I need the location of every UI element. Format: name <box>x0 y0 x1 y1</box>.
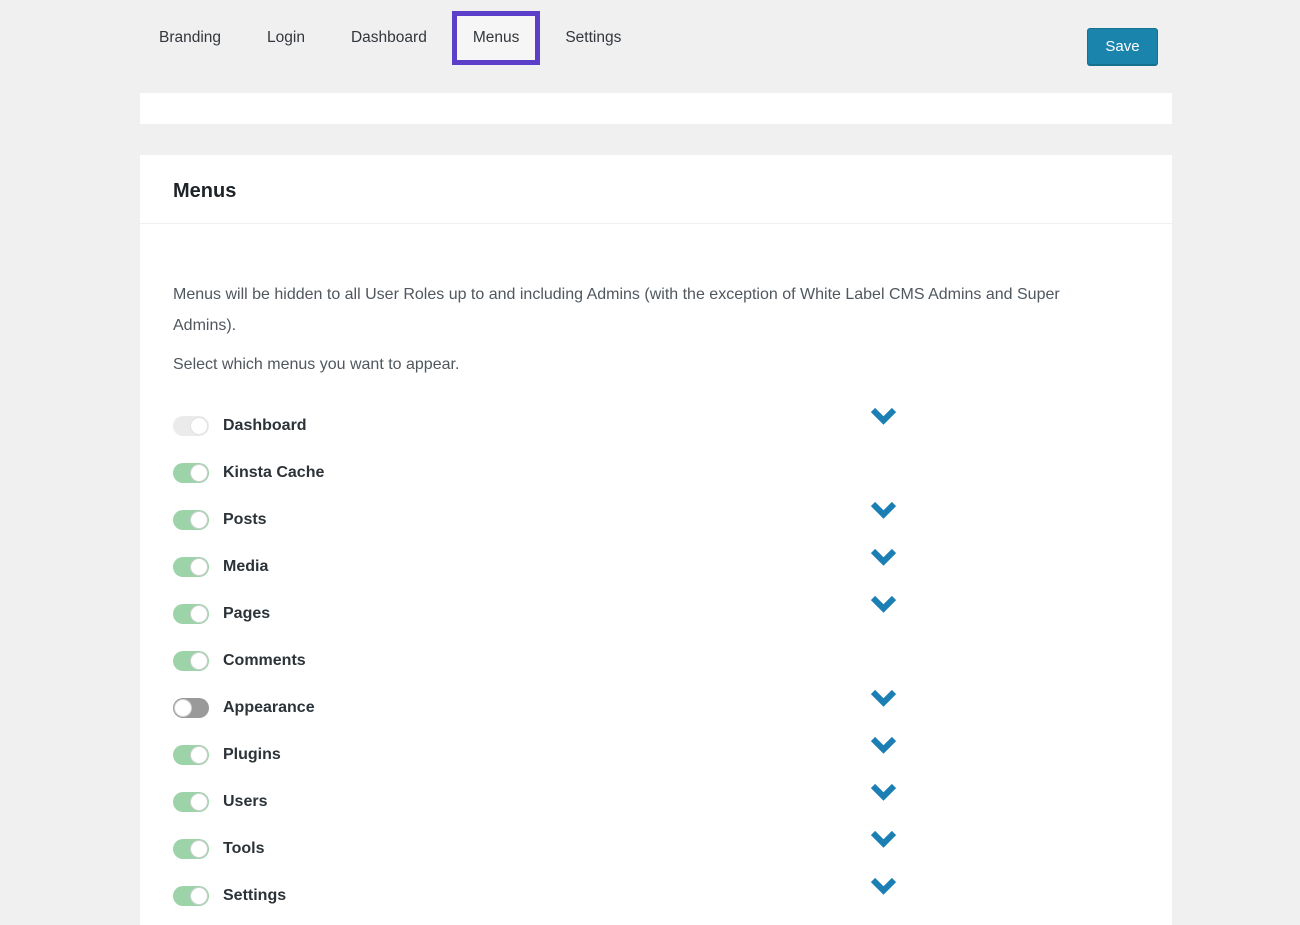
chevron-down-icon[interactable] <box>870 783 897 801</box>
menu-toggle[interactable] <box>173 510 209 530</box>
menu-list: Dashboard Kinsta Cache Posts <box>173 402 1139 919</box>
tab-menus[interactable]: Menus <box>452 11 541 65</box>
top-navigation: Branding Login Dashboard Menus Settings <box>140 0 1172 76</box>
menu-row-posts: Posts <box>173 496 933 543</box>
toggle-knob <box>190 558 208 576</box>
menu-label: Kinsta Cache <box>223 464 324 482</box>
toggle-knob <box>190 464 208 482</box>
menu-label: Comments <box>223 652 306 670</box>
menu-label: Posts <box>223 511 267 529</box>
menu-label: Tools <box>223 840 264 858</box>
toggle-knob <box>190 793 208 811</box>
tab-label: Branding <box>159 29 221 46</box>
panel-content: Menus will be hidden to all User Roles u… <box>140 224 1172 919</box>
select-menus-instruction: Select which menus you want to appear. <box>173 349 1118 380</box>
menu-label: Appearance <box>223 699 315 717</box>
toggle-knob <box>190 746 208 764</box>
toggle-knob <box>190 887 208 905</box>
tab-label: Dashboard <box>351 29 427 46</box>
menu-row-users: Users <box>173 778 933 825</box>
menus-panel: Menus Menus will be hidden to all User R… <box>140 155 1172 925</box>
chevron-down-icon[interactable] <box>870 595 897 613</box>
tab-label: Menus <box>473 29 520 46</box>
tab-label: Login <box>267 29 305 46</box>
menu-row-dashboard: Dashboard <box>173 402 933 449</box>
chevron-down-icon[interactable] <box>870 736 897 754</box>
toggle-knob <box>190 511 208 529</box>
chevron-down-icon[interactable] <box>870 689 897 707</box>
chevron-down-icon[interactable] <box>870 548 897 566</box>
tab-login[interactable]: Login <box>267 29 305 47</box>
menu-toggle[interactable] <box>173 604 209 624</box>
menu-toggle[interactable] <box>173 886 209 906</box>
menu-row-plugins: Plugins <box>173 731 933 778</box>
toggle-knob <box>190 417 208 435</box>
menu-row-tools: Tools <box>173 825 933 872</box>
tab-branding[interactable]: Branding <box>159 29 221 47</box>
menu-toggle[interactable] <box>173 557 209 577</box>
chevron-down-icon[interactable] <box>870 501 897 519</box>
chevron-down-icon[interactable] <box>870 877 897 895</box>
menu-row-comments: Comments <box>173 637 933 684</box>
menu-row-pages: Pages <box>173 590 933 637</box>
toggle-knob <box>174 699 192 717</box>
menu-row-kinsta-cache: Kinsta Cache <box>173 449 933 496</box>
menu-toggle[interactable] <box>173 651 209 671</box>
menu-label: Settings <box>223 887 286 905</box>
menu-label: Users <box>223 793 267 811</box>
menu-label: Plugins <box>223 746 281 764</box>
menu-toggle[interactable] <box>173 745 209 765</box>
menu-label: Dashboard <box>223 417 307 435</box>
menu-toggle[interactable] <box>173 839 209 859</box>
toggle-knob <box>190 605 208 623</box>
menu-label: Pages <box>223 605 270 623</box>
menu-row-settings: Settings <box>173 872 933 919</box>
menu-label: Media <box>223 558 268 576</box>
menu-toggle[interactable] <box>173 792 209 812</box>
tab-dashboard[interactable]: Dashboard <box>351 29 427 47</box>
menu-row-media: Media <box>173 543 933 590</box>
toggle-knob <box>190 840 208 858</box>
menu-toggle <box>173 416 209 436</box>
save-button[interactable]: Save <box>1087 28 1158 65</box>
tab-settings[interactable]: Settings <box>565 29 621 47</box>
panel-header: Menus <box>140 155 1172 204</box>
page-title: Menus <box>173 179 1139 204</box>
nav-panel-strip <box>140 93 1172 124</box>
menu-toggle[interactable] <box>173 698 209 718</box>
tab-label: Settings <box>565 29 621 46</box>
menu-row-appearance: Appearance <box>173 684 933 731</box>
menu-toggle[interactable] <box>173 463 209 483</box>
toggle-knob <box>190 652 208 670</box>
chevron-down-icon[interactable] <box>870 407 897 425</box>
chevron-down-icon[interactable] <box>870 830 897 848</box>
menus-description: Menus will be hidden to all User Roles u… <box>173 279 1118 341</box>
